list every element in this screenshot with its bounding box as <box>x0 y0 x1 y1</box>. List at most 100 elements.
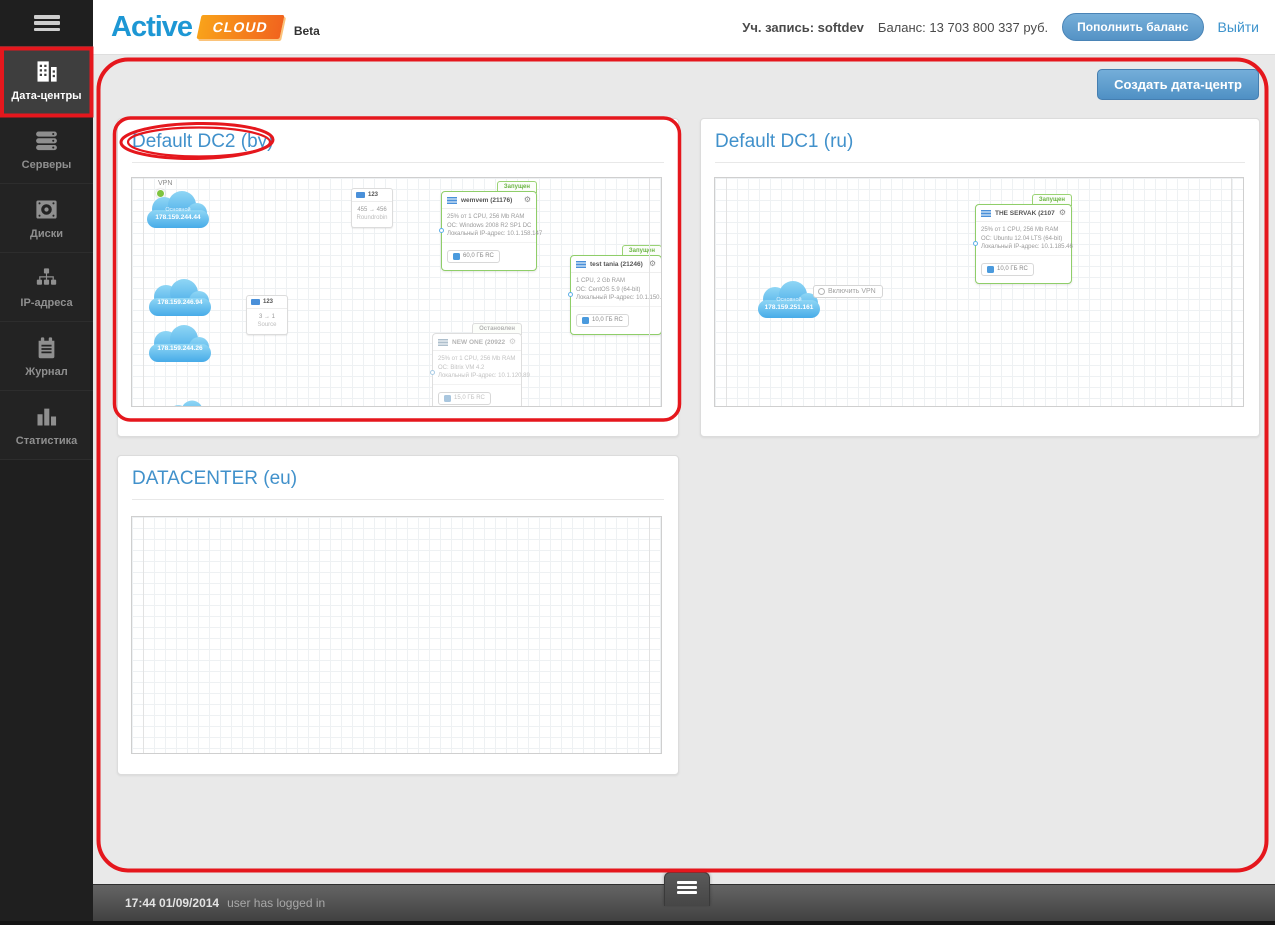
balancer-node[interactable]: 123 3 → 1 Source <box>246 295 288 335</box>
disk-badge[interactable]: 60,0 ГБ RC <box>447 249 500 263</box>
server-lan-ip: Локальный IP-адрес: 10.1.158.147 <box>447 231 543 237</box>
cloud-node[interactable]: 178.159.244.26 <box>142 324 218 364</box>
server-info: 1 CPU, 2 Gb RAM ОС: CentOS 5.9 (64-bit) … <box>571 273 661 307</box>
cloud-node[interactable]: 178.159.246.94 <box>142 278 218 318</box>
disk-icon <box>444 394 451 402</box>
logout-link[interactable]: Выйти <box>1218 19 1259 35</box>
sidebar-item-disks[interactable]: Диски <box>0 184 93 253</box>
sidebar-item-label: Статистика <box>15 435 78 447</box>
sidebar: Дата-центры Серверы Диски IP-адреса Журн… <box>0 0 93 925</box>
datacenter-title-link[interactable]: Default DC1 (ru) <box>715 131 1245 163</box>
main-content: Создать дата-центр Default DC2 (by) VPN … <box>93 55 1275 884</box>
sidebar-item-ip-addresses[interactable]: IP-адреса <box>0 253 93 322</box>
disk-badge[interactable]: 10,0 ГБ RC <box>576 313 629 327</box>
server-header: wemvem (21176) ⚙ <box>442 192 536 209</box>
sidebar-item-label: Серверы <box>21 159 72 171</box>
create-datacenter-button[interactable]: Создать дата-центр <box>1097 69 1259 100</box>
server-card[interactable]: Запущен THE SERVAK (21079) ⚙ 25% от 1 CP… <box>972 194 1073 284</box>
balancer-id: 123 <box>368 192 379 198</box>
server-list-icon <box>576 260 586 268</box>
account-info: Уч. запись: softdev <box>742 20 864 35</box>
server-card[interactable]: Запущен wemvem (21176) ⚙ 25% от 1 CPU, 2… <box>438 181 543 271</box>
sidebar-item-journal[interactable]: Журнал <box>0 322 93 391</box>
server-os: ОС: Windows 2008 R2 SP1 DC <box>447 222 532 229</box>
server-header: NEW ONE (20922) ⚙ <box>433 334 521 351</box>
server-name: THE SERVAK (21079) <box>995 209 1055 217</box>
balancer-rule: 455 → 456 <box>357 207 387 213</box>
server-cpu: 1 CPU, 2 Gb RAM <box>576 278 626 284</box>
datacenter-title-link[interactable]: DATACENTER (eu) <box>132 468 664 500</box>
balancer-algorithm: Source <box>257 322 277 328</box>
connector-dot <box>429 370 435 375</box>
server-card-stopped[interactable]: Остановлен NEW ONE (20922) ⚙ 25% от 1 CP… <box>429 323 530 407</box>
topup-balance-button[interactable]: Пополнить баланс <box>1062 13 1204 41</box>
enable-vpn-label: Включить VPN <box>828 288 876 295</box>
datacenter-card-dc1: Default DC1 (ru) Запущен THE SERVAK (210… <box>700 118 1260 437</box>
server-lan-ip: Локальный IP-адрес: 10.1.120.89 <box>438 373 530 379</box>
account-value: softdev <box>817 19 864 35</box>
logo: Active CLOUD Beta <box>111 11 320 44</box>
server-info: 25% от 1 CPU, 256 Mb RAM ОС: Bitrix VM 4… <box>433 351 530 385</box>
cloud-node[interactable]: Основной 178.159.244.44 <box>140 190 216 230</box>
server-name: wemvem (21176) <box>461 196 513 204</box>
balance-label: Баланс: <box>877 19 926 35</box>
vpn-toggle-icon <box>818 288 825 295</box>
bottom-edge <box>0 921 1275 925</box>
gear-icon[interactable]: ⚙ <box>649 260 656 268</box>
datacenter-canvas-empty <box>131 516 662 754</box>
disk-size: 60,0 ГБ RC <box>463 253 494 259</box>
gear-icon[interactable]: ⚙ <box>1059 209 1066 217</box>
cloud-text: Основной 178.159.244.44 <box>140 190 216 230</box>
disk-icon <box>453 252 460 260</box>
disk-drive-icon <box>36 200 57 219</box>
server-list-icon <box>447 196 457 204</box>
cloud-ip: 178.159.244.44 <box>155 214 201 221</box>
disk-size: 10,0 ГБ RC <box>592 317 623 323</box>
sidebar-item-statistics[interactable]: Статистика <box>0 391 93 460</box>
server-cpu: 25% от 1 CPU, 256 Mb RAM <box>981 227 1059 233</box>
sidebar-item-label: Журнал <box>25 366 68 378</box>
balancer-icon <box>356 192 365 198</box>
cloud-ip: 178.159.246.94 <box>157 298 203 306</box>
disk-badge[interactable]: 15,0 ГБ RC <box>438 391 491 405</box>
brand-cloud-badge: CLOUD <box>196 15 285 39</box>
sidebar-item-label: Диски <box>30 228 63 240</box>
disk-badge[interactable]: 10,0 ГБ RC <box>981 262 1034 276</box>
server-disks: 15,0 ГБ RC <box>433 385 521 407</box>
cloud-node-partial[interactable] <box>160 399 218 406</box>
server-disks: 10,0 ГБ RC <box>571 307 661 334</box>
server-cpu: 25% от 1 CPU, 256 Mb RAM <box>438 356 516 362</box>
sidebar-item-servers[interactable]: Серверы <box>0 115 93 184</box>
sidebar-item-datacenters[interactable]: Дата-центры <box>0 46 93 115</box>
bar-chart-icon <box>37 408 57 426</box>
cloud-ip: 178.159.251.161 <box>764 304 814 311</box>
balancer-header: 123 <box>247 296 287 309</box>
sidebar-item-label: Дата-центры <box>11 90 82 102</box>
server-lan-ip: Локальный IP-адрес: 10.1.185.46 <box>981 244 1073 250</box>
gear-icon[interactable]: ⚙ <box>509 338 516 346</box>
server-list-icon <box>981 209 991 217</box>
balancer-algorithm: Roundrobin <box>356 215 388 221</box>
server-name: NEW ONE (20922) <box>452 338 505 346</box>
disk-icon <box>582 316 589 324</box>
sidebar-menu-toggle[interactable] <box>0 0 93 46</box>
balancer-header: 123 <box>352 189 392 202</box>
brand-text: Active <box>111 10 193 43</box>
app-window: Дата-центры Серверы Диски IP-адреса Журн… <box>0 0 1275 925</box>
status-panel-toggle[interactable] <box>664 872 710 906</box>
datacenter-title-link[interactable]: Default DC2 (by) <box>132 131 664 163</box>
server-card[interactable]: Запущен test tania (21246) ⚙ 1 CPU, 2 Gb… <box>567 245 661 335</box>
server-disks: 10,0 ГБ RC <box>976 256 1071 283</box>
balance-info: Баланс: 13 703 800 337 руб. <box>878 20 1048 35</box>
balancer-node[interactable]: 123 455 → 456 Roundrobin <box>351 188 393 228</box>
vpn-label: VPN <box>158 180 173 187</box>
gear-icon[interactable]: ⚙ <box>524 196 531 204</box>
server-info: 25% от 1 CPU, 256 Mb RAM ОС: Ubuntu 12.0… <box>976 222 1073 256</box>
disk-size: 15,0 ГБ RC <box>454 395 485 401</box>
server-cpu: 25% от 1 CPU, 256 Mb RAM <box>447 214 525 220</box>
disk-size: 10,0 ГБ RC <box>997 266 1028 272</box>
enable-vpn-toggle[interactable]: Включить VPN <box>813 285 883 298</box>
server-list-icon <box>438 338 448 346</box>
balancer-icon <box>251 299 260 305</box>
status-message: user has logged in <box>227 896 326 910</box>
